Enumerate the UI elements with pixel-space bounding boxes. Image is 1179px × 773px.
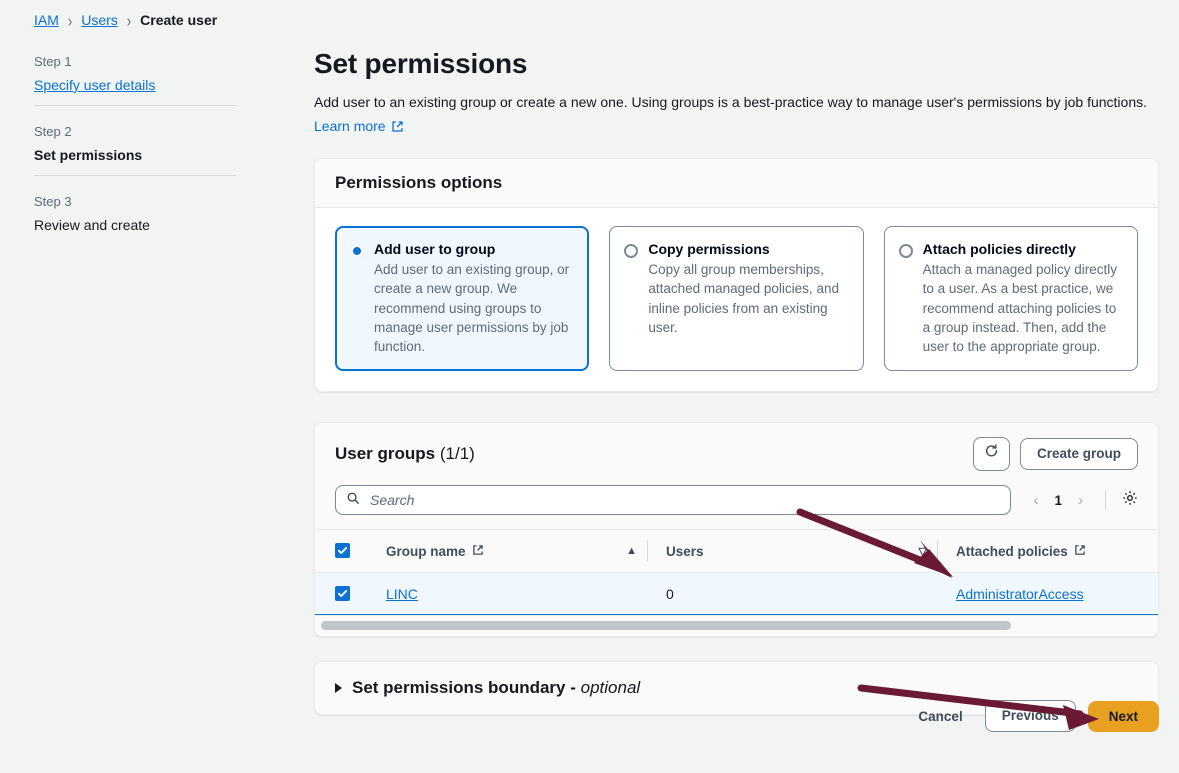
wizard-step-2-label: Set permissions — [34, 147, 236, 163]
search-input[interactable] — [368, 491, 1000, 509]
user-groups-container: User groups (1/1) Create g — [314, 422, 1159, 637]
group-name-link[interactable]: LINC — [386, 586, 418, 602]
previous-button[interactable]: Previous — [985, 700, 1076, 732]
permissions-boundary-optional-label: optional — [581, 678, 641, 697]
page-description: Add user to an existing group or create … — [314, 92, 1159, 112]
column-header-users[interactable]: Users ▽ — [658, 530, 948, 573]
wizard-footer-actions: Cancel Previous Next — [908, 700, 1159, 732]
wizard-step-3: Step 3 Review and create — [34, 190, 236, 245]
permission-option-title: Copy permissions — [648, 241, 846, 257]
column-header-group-name[interactable]: Group name ▲ — [373, 530, 658, 573]
user-groups-title-label: User groups — [335, 444, 435, 463]
permission-option-copy-permissions[interactable]: Copy permissions Copy all group membersh… — [609, 226, 863, 371]
breadcrumb-item-users[interactable]: Users — [81, 12, 118, 28]
main-content: Set permissions Add user to an existing … — [314, 48, 1159, 715]
radio-add-user-to-group[interactable] — [350, 244, 364, 258]
breadcrumb: IAM › Users › Create user — [34, 12, 217, 28]
row-checkbox[interactable] — [335, 586, 350, 601]
permissions-boundary-title-label: Set permissions boundary - — [352, 678, 576, 697]
radio-copy-permissions[interactable] — [624, 244, 638, 258]
column-divider — [647, 540, 648, 562]
permissions-options-title: Permissions options — [335, 173, 1138, 193]
next-button[interactable]: Next — [1088, 701, 1159, 732]
permissions-boundary-title: Set permissions boundary - optional — [352, 678, 640, 698]
attached-policy-link[interactable]: AdministratorAccess — [956, 586, 1084, 602]
permissions-options-header: Permissions options — [315, 159, 1158, 208]
refresh-button[interactable] — [973, 437, 1010, 471]
user-groups-table: Group name ▲ — [315, 530, 1158, 615]
learn-more-link[interactable]: Learn more — [314, 118, 404, 134]
wizard-step-2-number: Step 2 — [34, 124, 236, 139]
scrollbar-thumb[interactable] — [321, 621, 1011, 630]
pagination-previous-button[interactable]: ‹ — [1027, 490, 1044, 511]
learn-more-label: Learn more — [314, 118, 386, 134]
breadcrumb-separator-icon: › — [127, 10, 131, 30]
pagination-page-number[interactable]: 1 — [1050, 493, 1066, 508]
column-header-group-name-label: Group name — [386, 544, 466, 559]
gear-icon — [1122, 490, 1138, 511]
page-title: Set permissions — [314, 48, 1159, 80]
cancel-button[interactable]: Cancel — [908, 703, 972, 730]
cell-group-name: LINC — [373, 573, 658, 615]
external-link-icon — [391, 120, 404, 133]
toolbar-divider — [1105, 490, 1106, 510]
permissions-options-container: Permissions options Add user to group Ad… — [314, 158, 1159, 392]
breadcrumb-item-create-user: Create user — [140, 12, 217, 28]
user-groups-tools: ‹ 1 › — [335, 471, 1138, 529]
wizard-step-divider — [34, 175, 236, 176]
wizard-steps-nav: Step 1 Specify user details Step 2 Set p… — [34, 50, 236, 245]
column-divider — [937, 540, 938, 562]
permission-option-description: Attach a managed policy directly to a us… — [923, 260, 1121, 356]
column-header-attached-policies-label: Attached policies — [956, 544, 1068, 559]
permission-option-description: Add user to an existing group, or create… — [374, 260, 572, 356]
permission-option-description: Copy all group memberships, attached man… — [648, 260, 846, 337]
permission-option-attach-policies-directly[interactable]: Attach policies directly Attach a manage… — [884, 226, 1138, 371]
wizard-step-1: Step 1 Specify user details — [34, 50, 236, 105]
permissions-options-body: Add user to group Add user to an existin… — [315, 208, 1158, 391]
breadcrumb-item-iam[interactable]: IAM — [34, 12, 59, 28]
user-groups-header: User groups (1/1) Create g — [315, 423, 1158, 530]
pagination-next-button[interactable]: › — [1072, 490, 1089, 511]
wizard-step-1-number: Step 1 — [34, 54, 236, 69]
select-all-header — [315, 530, 373, 573]
users-count: 0 — [666, 586, 674, 602]
sort-descending-icon: ▽ — [919, 545, 927, 558]
table-header-row: Group name ▲ — [315, 530, 1158, 573]
external-link-icon — [1074, 544, 1086, 559]
table-preferences-button[interactable] — [1122, 490, 1138, 511]
table-horizontal-scrollbar[interactable] — [315, 615, 1158, 636]
search-box[interactable] — [335, 485, 1011, 515]
wizard-step-1-label[interactable]: Specify user details — [34, 77, 236, 93]
pagination: ‹ 1 › — [1023, 490, 1089, 511]
radio-attach-policies-directly[interactable] — [899, 244, 913, 258]
chevron-right-icon — [335, 683, 342, 693]
column-header-attached-policies[interactable]: Attached policies — [948, 530, 1158, 573]
breadcrumb-separator-icon: › — [68, 10, 72, 30]
external-link-icon — [472, 544, 484, 559]
refresh-icon — [984, 444, 999, 464]
wizard-step-3-number: Step 3 — [34, 194, 236, 209]
cell-attached-policies: AdministratorAccess — [948, 573, 1158, 615]
wizard-step-3-label: Review and create — [34, 217, 236, 233]
create-group-button[interactable]: Create group — [1020, 438, 1138, 470]
table-row[interactable]: LINC 0 AdministratorAccess — [315, 573, 1158, 615]
permission-option-add-user-to-group[interactable]: Add user to group Add user to an existin… — [335, 226, 589, 371]
user-groups-count: (1/1) — [440, 444, 475, 463]
wizard-step-2: Step 2 Set permissions — [34, 120, 236, 175]
search-icon — [346, 491, 360, 510]
permission-option-title: Add user to group — [374, 241, 572, 257]
column-header-users-label: Users — [666, 544, 704, 559]
cell-users: 0 — [658, 573, 948, 615]
wizard-step-divider — [34, 105, 236, 106]
create-user-permissions-page: IAM › Users › Create user Step 1 Specify… — [0, 0, 1179, 773]
sort-ascending-icon: ▲ — [626, 545, 637, 557]
select-all-checkbox[interactable] — [335, 543, 350, 558]
permission-option-title: Attach policies directly — [923, 241, 1121, 257]
user-groups-title: User groups (1/1) — [335, 444, 475, 464]
row-select-cell — [315, 573, 373, 615]
